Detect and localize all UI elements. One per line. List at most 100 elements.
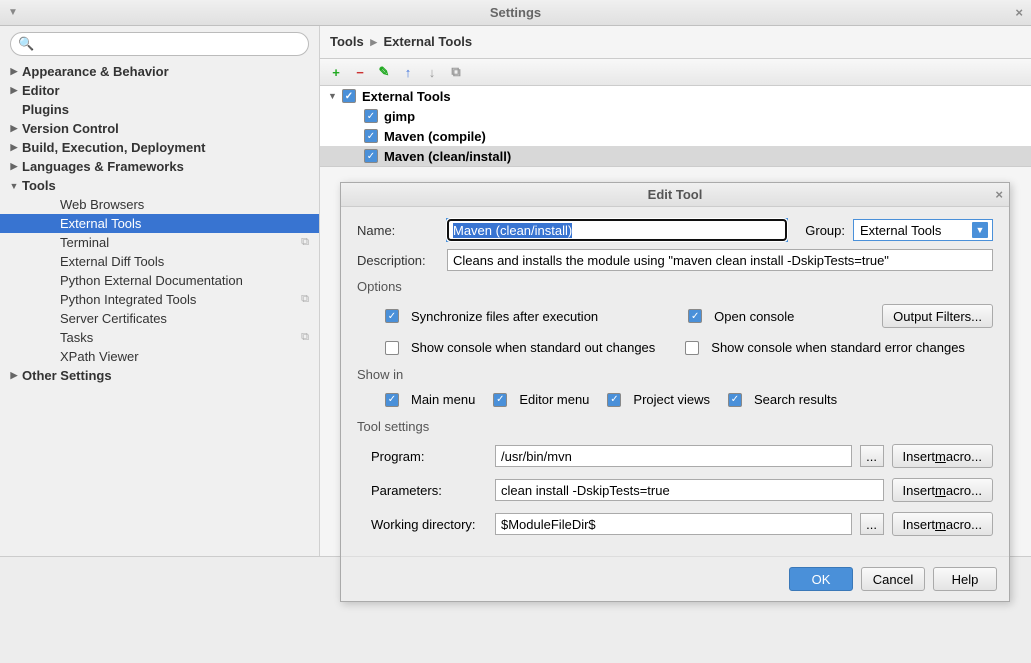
chevron-right-icon: ▸ — [370, 34, 377, 49]
sidebar-item-label: XPath Viewer — [60, 349, 139, 364]
stderr-label: Show console when standard error changes — [711, 340, 965, 355]
sidebar-item-label: Editor — [22, 83, 60, 98]
tool-item-label: Maven (compile) — [384, 129, 486, 144]
tool-item-row[interactable]: ✓Maven (clean/install) — [320, 146, 1031, 166]
help-button[interactable]: Help — [933, 567, 997, 591]
stderr-checkbox[interactable]: ✓ — [685, 341, 699, 355]
sidebar-item-label: External Diff Tools — [60, 254, 164, 269]
copy-scope-icon: ⧉ — [301, 236, 309, 249]
workdir-browse-button[interactable]: ... — [860, 513, 884, 535]
sidebar-item-label: Python External Documentation — [60, 273, 243, 288]
sidebar-item[interactable]: ▶Languages & Frameworks — [0, 157, 319, 176]
settings-tree[interactable]: ▶Appearance & Behavior▶EditorPlugins▶Ver… — [0, 62, 319, 556]
sidebar-item-label: Build, Execution, Deployment — [22, 140, 205, 155]
sidebar-item-label: Languages & Frameworks — [22, 159, 184, 174]
sidebar-item-label: Web Browsers — [60, 197, 144, 212]
dialog-title: Edit Tool — [648, 187, 703, 202]
sidebar-item-label: Tasks — [60, 330, 93, 345]
breadcrumb: Tools ▸ External Tools — [320, 26, 1031, 58]
copy-icon[interactable]: ⧉ — [448, 64, 464, 80]
tree-arrow-icon: ▶ — [8, 123, 20, 134]
tree-arrow-icon: ▶ — [8, 161, 20, 172]
sidebar-item[interactable]: ▶Version Control — [0, 119, 319, 138]
sidebar-item[interactable]: Server Certificates — [0, 309, 319, 328]
sidebar-item[interactable]: Python Integrated Tools⧉ — [0, 290, 319, 309]
sidebar-item[interactable]: Terminal⧉ — [0, 233, 319, 252]
sidebar-item-label: Tools — [22, 178, 56, 193]
up-icon[interactable]: ↑ — [400, 64, 416, 80]
tools-group-row[interactable]: ▼ ✓ External Tools — [320, 86, 1031, 106]
sidebar-item[interactable]: External Tools — [0, 214, 319, 233]
name-label: Name: — [357, 223, 439, 238]
tree-arrow-icon: ▶ — [8, 85, 20, 96]
edit-icon[interactable]: ✎ — [376, 64, 392, 80]
sidebar-item-label: Server Certificates — [60, 311, 167, 326]
searchresults-checkbox[interactable]: ✓ — [728, 393, 742, 407]
tool-checkbox[interactable]: ✓ — [364, 149, 378, 163]
program-input[interactable] — [495, 445, 852, 467]
program-insert-macro-button[interactable]: Insert macro... — [892, 444, 993, 468]
parameters-label: Parameters: — [357, 483, 487, 498]
tree-arrow-icon: ▶ — [8, 66, 20, 77]
sidebar-item-label: Plugins — [22, 102, 69, 117]
workdir-input[interactable] — [495, 513, 852, 535]
output-filters-button[interactable]: Output Filters... — [882, 304, 993, 328]
sidebar-item[interactable]: Plugins — [0, 100, 319, 119]
sidebar-item-label: External Tools — [60, 216, 141, 231]
name-input[interactable] — [447, 219, 787, 241]
description-input[interactable] — [447, 249, 993, 271]
sidebar-item-label: Appearance & Behavior — [22, 64, 169, 79]
open-console-label: Open console — [714, 309, 794, 324]
tool-checkbox[interactable]: ✓ — [364, 129, 378, 143]
copy-scope-icon: ⧉ — [301, 331, 309, 344]
sidebar-item[interactable]: ▶Editor — [0, 81, 319, 100]
sidebar-item[interactable]: Web Browsers — [0, 195, 319, 214]
dialog-close-icon[interactable]: × — [995, 187, 1003, 202]
down-icon[interactable]: ↓ — [424, 64, 440, 80]
showin-section-label: Show in — [357, 367, 993, 382]
sidebar-item[interactable]: ▶Build, Execution, Deployment — [0, 138, 319, 157]
program-browse-button[interactable]: ... — [860, 445, 884, 467]
open-console-checkbox[interactable]: ✓ — [688, 309, 702, 323]
group-checkbox[interactable]: ✓ — [342, 89, 356, 103]
tool-checkbox[interactable]: ✓ — [364, 109, 378, 123]
close-icon[interactable]: × — [1015, 5, 1023, 20]
breadcrumb-root: Tools — [330, 34, 364, 49]
remove-icon[interactable]: − — [352, 64, 368, 80]
tree-arrow-icon: ▶ — [8, 370, 20, 381]
tool-item-row[interactable]: ✓ gimp — [320, 106, 1031, 126]
tool-item-row[interactable]: ✓ Maven (compile) — [320, 126, 1031, 146]
workdir-insert-macro-button[interactable]: Insert macro... — [892, 512, 993, 536]
add-icon[interactable]: + — [328, 64, 344, 80]
sync-checkbox[interactable]: ✓ — [385, 309, 399, 323]
parameters-insert-macro-button[interactable]: Insert macro... — [892, 478, 993, 502]
titlebar-arrow-icon: ▼ — [8, 7, 18, 18]
sidebar-item[interactable]: XPath Viewer — [0, 347, 319, 366]
group-select[interactable]: External Tools ▼ — [853, 219, 993, 241]
sidebar-item[interactable]: ▶Tasks⧉ — [0, 328, 319, 347]
sidebar-item[interactable]: ▼Tools — [0, 176, 319, 195]
mainmenu-checkbox[interactable]: ✓ — [385, 393, 399, 407]
expand-icon[interactable]: ▼ — [328, 91, 342, 101]
editormenu-label: Editor menu — [519, 392, 589, 407]
editormenu-checkbox[interactable]: ✓ — [493, 393, 507, 407]
sidebar-item[interactable]: ▶Other Settings — [0, 366, 319, 385]
group-select-value: External Tools — [860, 223, 941, 238]
external-tools-list: ▼ ✓ External Tools ✓ gimp ✓ Maven (compile)… — [320, 86, 1031, 167]
settings-sidebar: 🔍 ▶Appearance & Behavior▶EditorPlugins▶V… — [0, 26, 320, 556]
stdout-checkbox[interactable]: ✓ — [385, 341, 399, 355]
stdout-label: Show console when standard out changes — [411, 340, 655, 355]
sidebar-item-label: Version Control — [22, 121, 119, 136]
settings-titlebar: ▼ Settings × — [0, 0, 1031, 26]
description-label: Description: — [357, 253, 439, 268]
tool-item-label: gimp — [384, 109, 415, 124]
sidebar-item[interactable]: Python External Documentation — [0, 271, 319, 290]
sync-label: Synchronize files after execution — [411, 309, 598, 324]
search-input[interactable] — [10, 32, 309, 56]
ok-button[interactable]: OK — [789, 567, 853, 591]
sidebar-item[interactable]: ▶Appearance & Behavior — [0, 62, 319, 81]
sidebar-item[interactable]: External Diff Tools — [0, 252, 319, 271]
cancel-button[interactable]: Cancel — [861, 567, 925, 591]
parameters-input[interactable] — [495, 479, 884, 501]
projectviews-checkbox[interactable]: ✓ — [607, 393, 621, 407]
